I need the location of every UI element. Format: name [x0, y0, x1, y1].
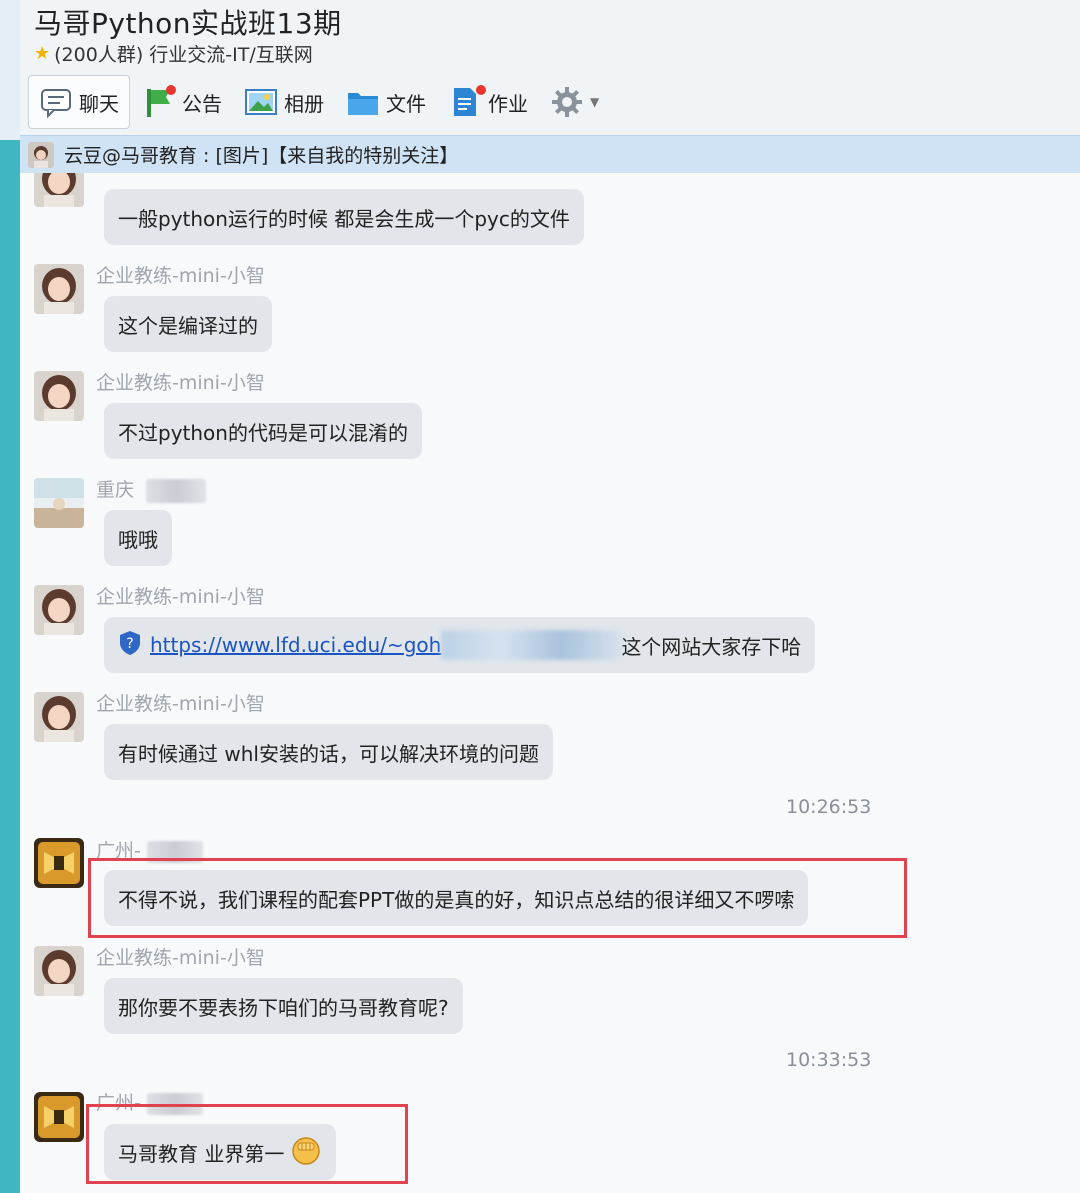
url-link[interactable]: https://www.lfd.uci.edu/~goh: [150, 633, 441, 657]
message-bubble[interactable]: 这个是编译过的: [104, 296, 272, 352]
shield-icon: ?: [118, 630, 142, 661]
flag-icon: [142, 85, 176, 119]
redacted-url: [441, 630, 622, 660]
message-text: 一般python运行的时候 都是会生成一个pyc的文件: [118, 206, 570, 231]
toolbar: 聊天 公告 相册 文件 作业 ▼: [28, 75, 611, 129]
sender-name: 企业教练-mini-小智: [96, 265, 265, 287]
desktop-edge-top: [0, 0, 20, 140]
redacted-name: [146, 478, 207, 503]
avatar[interactable]: [34, 1092, 84, 1142]
folder-icon: [346, 85, 380, 119]
desktop-edge: [0, 0, 20, 1193]
group-header: 马哥Python实战班13期 ★ (200人群) 行业交流-IT/互联网 聊天 …: [20, 0, 1080, 135]
picture-icon: [244, 85, 278, 119]
message-bubble[interactable]: 有时候通过 whl安装的话，可以解决环境的问题: [104, 724, 553, 780]
avatar[interactable]: [34, 838, 84, 888]
avatar[interactable]: [34, 478, 84, 528]
avatar[interactable]: [34, 946, 84, 996]
tab-files-label: 文件: [386, 91, 426, 116]
star-icon: ★: [34, 43, 51, 64]
chevron-down-icon: ▼: [590, 95, 600, 109]
sender-name: 企业教练-mini-小智: [96, 586, 265, 608]
message-bubble[interactable]: ? https://www.lfd.uci.edu/~goh 这个网站大家存下哈: [104, 617, 816, 673]
svg-text:?: ?: [126, 636, 133, 652]
message-bubble[interactable]: 那你要不要表扬下咱们的马哥教育呢?: [104, 978, 463, 1034]
highlight-box: [86, 1104, 408, 1184]
tab-chat-label: 聊天: [79, 91, 119, 116]
highlight-box: [88, 858, 907, 938]
message-bubble[interactable]: 一般python运行的时候 都是会生成一个pyc的文件: [104, 189, 584, 245]
message-text: 有时候通过 whl安装的话，可以解决环境的问题: [118, 741, 539, 766]
message-text: 哦哦: [118, 527, 158, 552]
tab-homework[interactable]: 作业: [438, 75, 538, 129]
tab-album-label: 相册: [284, 91, 324, 116]
group-category: (200人群) 行业交流-IT/互联网: [54, 44, 313, 66]
group-subtitle: ★ (200人群) 行业交流-IT/互联网: [34, 40, 313, 67]
message-bubble[interactable]: 哦哦: [104, 510, 172, 566]
avatar[interactable]: [34, 585, 84, 635]
sender-name: 企业教练-mini-小智: [96, 372, 265, 394]
avatar[interactable]: [34, 692, 84, 742]
gear-icon: [550, 85, 584, 119]
message-text: 这个是编译过的: [118, 313, 258, 338]
settings-button[interactable]: ▼: [540, 75, 609, 129]
message-bubble[interactable]: 不过python的代码是可以混淆的: [104, 403, 422, 459]
message-list[interactable]: 一般python运行的时候 都是会生成一个pyc的文件 企业教练-mini-小智…: [20, 173, 1080, 1193]
document-icon: [448, 85, 486, 119]
avatar[interactable]: [34, 173, 84, 207]
tab-album[interactable]: 相册: [234, 75, 334, 129]
tab-homework-label: 作业: [488, 91, 528, 116]
tab-announcement-label: 公告: [182, 91, 222, 116]
sender-name: 企业教练-mini-小智: [96, 693, 265, 715]
special-attention-bar[interactable]: 云豆@马哥教育 : [图片]【来自我的特别关注】: [20, 135, 1080, 173]
message-text: 这个网站大家存下哈: [621, 634, 802, 659]
message-text: 那你要不要表扬下咱们的马哥教育呢?: [118, 995, 449, 1020]
tab-announcement[interactable]: 公告: [132, 75, 232, 129]
avatar[interactable]: [34, 264, 84, 314]
group-chat-window: 马哥Python实战班13期 ★ (200人群) 行业交流-IT/互联网 聊天 …: [20, 0, 1080, 1193]
avatar: [28, 141, 54, 168]
tab-files[interactable]: 文件: [336, 75, 436, 129]
message-text: 不过python的代码是可以混淆的: [118, 420, 408, 445]
avatar[interactable]: [34, 371, 84, 421]
notice-text: 云豆@马哥教育 : [图片]【来自我的特别关注】: [64, 145, 459, 167]
tab-chat[interactable]: 聊天: [28, 75, 130, 129]
chat-bubble-icon: [39, 85, 73, 119]
sender-name: 重庆: [96, 475, 207, 503]
timestamp: 10:33:53: [786, 1049, 872, 1071]
group-title: 马哥Python实战班13期: [34, 7, 342, 40]
sender-name: 企业教练-mini-小智: [96, 947, 265, 969]
timestamp: 10:26:53: [786, 796, 872, 818]
